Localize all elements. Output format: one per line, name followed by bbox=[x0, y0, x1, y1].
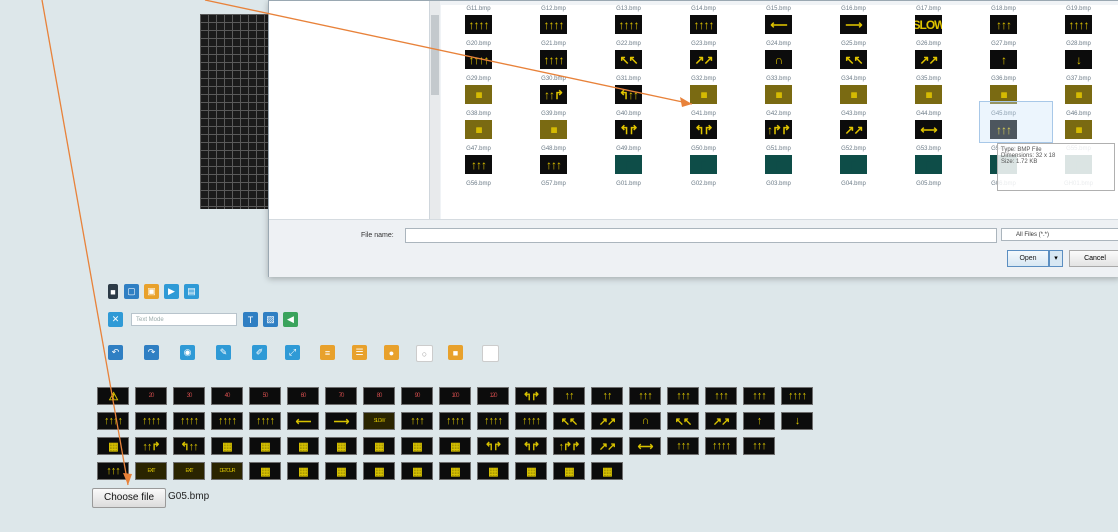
arrow-line bbox=[204, 0, 693, 105]
arrow-line bbox=[41, 0, 129, 486]
arrow-head bbox=[123, 473, 132, 485]
arrow-head bbox=[680, 97, 692, 107]
annotation-arrows bbox=[41, 0, 693, 486]
